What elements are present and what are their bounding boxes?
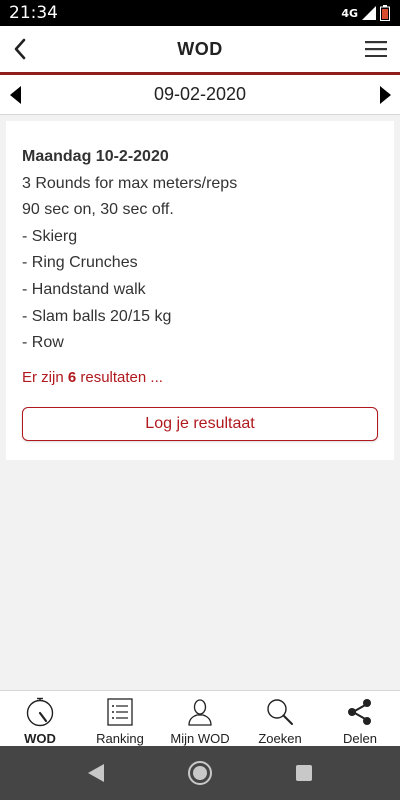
app-bar: WOD xyxy=(0,26,400,72)
date-navigator: 09-02-2020 xyxy=(0,75,400,115)
back-arrow-icon xyxy=(14,38,26,60)
battery-icon xyxy=(380,5,390,21)
results-prefix: Er zijn xyxy=(22,368,68,386)
next-date-button[interactable] xyxy=(378,85,392,105)
system-navigation-bar xyxy=(0,746,400,800)
wod-line: - Slam balls 20/15 kg xyxy=(22,307,172,325)
status-icons: 4G xyxy=(341,5,390,21)
wod-title: Maandag 10-2-2020 xyxy=(22,148,169,165)
page-title: WOD xyxy=(177,38,223,59)
system-recents-button[interactable] xyxy=(291,760,317,786)
wod-line: - Row xyxy=(22,334,64,352)
list-icon xyxy=(107,698,133,726)
bottom-tab-bar: WOD Ranking Mijn WOD Zoeken Delen xyxy=(0,690,400,746)
back-button[interactable] xyxy=(6,35,34,63)
tab-label: Ranking xyxy=(96,731,144,746)
menu-button[interactable] xyxy=(362,35,390,63)
results-count: 6 xyxy=(67,368,77,386)
results-link[interactable]: Er zijn 6 resultaten ... xyxy=(22,368,163,388)
search-icon xyxy=(267,699,293,725)
status-time: 21:34 xyxy=(9,3,58,23)
current-date: 09-02-2020 xyxy=(153,84,247,104)
person-icon xyxy=(188,699,212,726)
system-back-button[interactable] xyxy=(83,760,109,786)
network-type: 4G xyxy=(341,6,358,20)
back-triangle-icon xyxy=(88,764,104,782)
recents-square-icon xyxy=(296,765,312,781)
home-circle-icon xyxy=(188,761,212,785)
triangle-right-icon xyxy=(379,86,391,104)
stopwatch-icon xyxy=(26,697,54,727)
tab-zoeken[interactable]: Zoeken xyxy=(240,691,320,746)
tab-ranking[interactable]: Ranking xyxy=(80,691,160,746)
previous-date-button[interactable] xyxy=(8,85,22,105)
signal-icon xyxy=(362,6,376,20)
triangle-left-icon xyxy=(9,86,21,104)
system-home-button[interactable] xyxy=(187,760,213,786)
tab-label: WOD xyxy=(24,731,56,746)
share-icon xyxy=(348,699,371,725)
tab-label: Delen xyxy=(343,731,377,746)
log-result-button[interactable]: Log je resultaat xyxy=(22,406,378,441)
hamburger-menu-icon xyxy=(365,41,387,57)
wod-line: 90 sec on, 30 sec off. xyxy=(22,201,174,219)
tab-delen[interactable]: Delen xyxy=(320,691,400,746)
tab-label: Zoeken xyxy=(258,731,302,746)
wod-line: - Skierg xyxy=(22,227,78,245)
tab-label: Mijn WOD xyxy=(170,731,230,746)
status-bar: 21:34 4G xyxy=(0,0,400,26)
tab-wod[interactable]: WOD xyxy=(0,691,80,746)
wod-line: - Handstand walk xyxy=(22,280,146,298)
results-suffix: resultaten ... xyxy=(76,368,163,386)
wod-line: 3 Rounds for max meters/reps xyxy=(22,174,238,192)
wod-line: - Ring Crunches xyxy=(22,254,138,272)
tab-mijn-wod[interactable]: Mijn WOD xyxy=(160,691,240,746)
wod-card: Maandag 10-2-2020 3 Rounds for max meter… xyxy=(6,121,394,460)
